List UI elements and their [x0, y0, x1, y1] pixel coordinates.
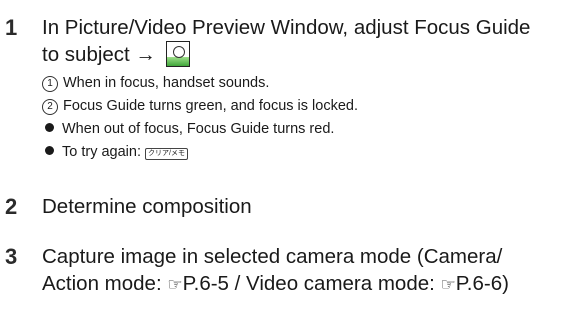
- step-text-fragment: Action mode:: [42, 272, 168, 295]
- step-number: 1: [5, 15, 18, 40]
- step-number: 2: [5, 194, 18, 219]
- note-line: 1 When in focus, handset sounds.: [42, 74, 269, 92]
- step-text-fragment: to subject →: [42, 43, 156, 66]
- bullet-line: To try again: クリア/メモ: [42, 143, 188, 161]
- bullet-icon: [45, 123, 54, 132]
- note-text: Focus Guide turns green, and focus is lo…: [63, 98, 358, 114]
- clear-memo-key-icon: クリア/メモ: [145, 148, 188, 160]
- circled-number-icon: 2: [42, 99, 58, 115]
- bullet-text: To try again:: [62, 144, 141, 160]
- camera-shutter-key-icon: [165, 41, 190, 67]
- step-text-line: Action mode: ☞P.6-5 / Video camera mode:…: [42, 270, 509, 298]
- circled-number-icon: 1: [42, 76, 58, 92]
- step-number: 3: [5, 244, 18, 269]
- step-text-line: Capture image in selected camera mode (C…: [42, 245, 503, 268]
- step-text-line: Determine composition: [42, 195, 252, 218]
- note-text: When in focus, handset sounds.: [63, 75, 270, 91]
- step-text-line: to subject →: [42, 41, 190, 68]
- page-reference-icon: ☞: [440, 275, 456, 294]
- step-text-line: In Picture/Video Preview Window, adjust …: [42, 16, 531, 39]
- bullet-text: When out of focus, Focus Guide turns red…: [62, 121, 335, 137]
- note-line: 2 Focus Guide turns green, and focus is l…: [42, 97, 358, 115]
- page-reference-link: P.6-5 / Video camera mode:: [182, 272, 441, 295]
- page-reference-icon: ☞: [167, 275, 183, 294]
- bullet-icon: [45, 146, 54, 155]
- bullet-line: When out of focus, Focus Guide turns red…: [42, 120, 334, 138]
- page-reference-link: P.6-6): [455, 272, 509, 295]
